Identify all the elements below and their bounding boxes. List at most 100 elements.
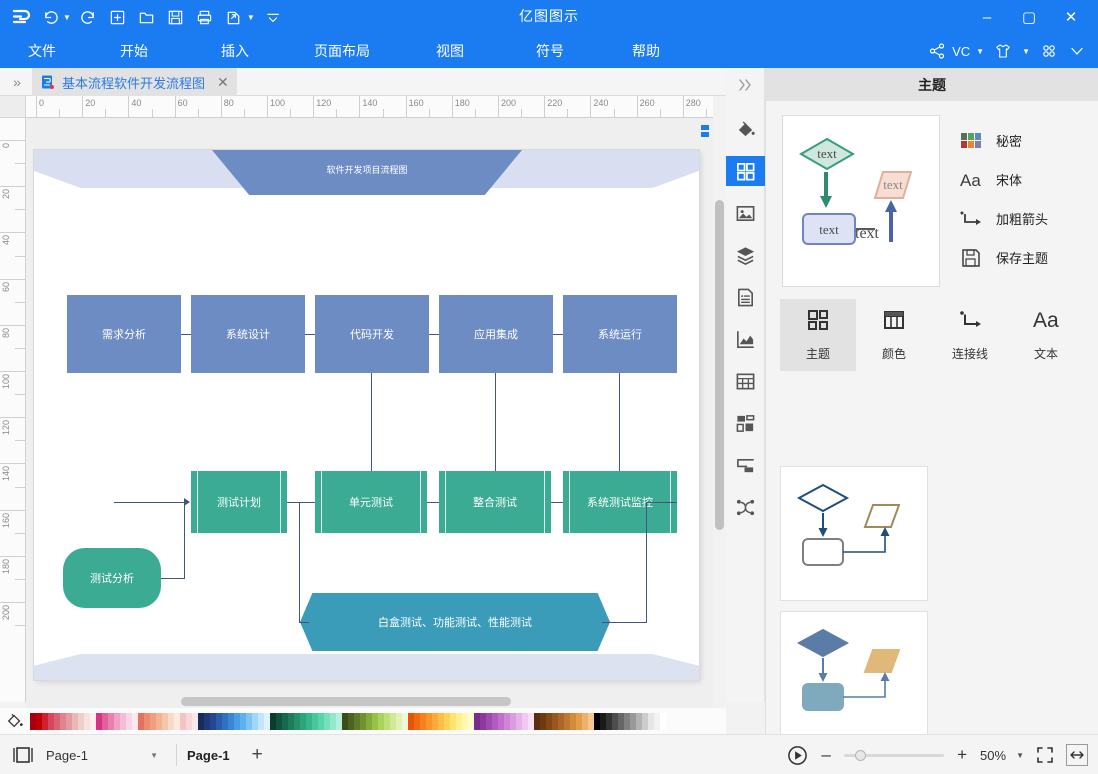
expand-tabs-icon[interactable]: » [6,72,28,92]
canvas-scroll-marker[interactable] [699,124,711,140]
zoom-slider-handle[interactable] [855,750,867,761]
zoom-slider[interactable] [844,748,945,762]
zoom-in-button[interactable]: + [954,745,970,765]
menu-item-insert[interactable]: 插入 [184,34,286,68]
ruler-label: 60 [1,281,11,292]
document-icon[interactable] [726,282,765,312]
ruler-label: 80 [1,327,11,338]
chevron-down-icon[interactable]: ▼ [150,751,158,760]
ruler-tick [0,232,25,234]
color-palette-bar [0,708,726,734]
node-test-types[interactable]: 白盒测试、功能测试、性能测试 [300,593,610,651]
node-integration-test[interactable]: 整合测试 [439,471,551,533]
page-select[interactable]: Page-1 ▼ [46,748,166,763]
node-code-development[interactable]: 代码开发 [315,295,429,373]
ruler-tick-minor [659,109,661,117]
application-window: ▼ ▼ 亿图图示 – ▢ ✕ 文件 开始 插入 页面布局 视图 符号 帮助 VC… [0,0,1098,774]
ruler-tick-minor [243,109,245,117]
theme-property-save-label: 保存主题 [996,251,1049,266]
theme-property-save[interactable]: 保存主题 [958,238,1082,277]
theme-property-font[interactable]: Aa 宋体 [958,160,1082,199]
menu-item-help[interactable]: 帮助 [598,34,694,68]
expand-chevrons-icon[interactable] [726,72,765,98]
zoom-dropdown-caret[interactable]: ▼ [1016,751,1024,760]
theme-card-grid [766,466,1098,774]
maximize-button[interactable]: ▢ [1008,2,1050,32]
ruler-tick-minor [15,486,25,488]
theme-dropdown-caret[interactable]: ▼ [1018,47,1034,56]
image-icon[interactable] [726,198,765,228]
menu-item-symbol[interactable]: 符号 [502,34,598,68]
share-icon[interactable] [924,38,950,64]
horizontal-scrollbar-thumb[interactable] [181,697,511,706]
menu-item-view[interactable]: 视图 [398,34,502,68]
node-requirement-analysis[interactable]: 需求分析 [67,295,181,373]
page-tab-page1[interactable]: Page-1 [187,748,230,763]
account-label[interactable]: VC [952,44,970,59]
close-icon[interactable]: ✕ [217,74,229,91]
theme-preview-card[interactable]: text text text text [782,115,940,287]
indent-icon[interactable] [726,450,765,480]
layers-icon[interactable] [726,240,765,270]
ruler-tick-minor [15,301,25,303]
zoom-out-button[interactable]: – [818,745,834,765]
apps-grid-icon[interactable] [1036,38,1062,64]
minimize-button[interactable]: – [966,2,1008,32]
theme-card[interactable] [780,466,928,601]
status-right: – + 50% ▼ [787,735,1088,774]
fit-page-icon[interactable] [1034,744,1056,766]
menu-item-file[interactable]: 文件 [0,34,84,68]
node-application-integration[interactable]: 应用集成 [439,295,553,373]
menu-item-page-layout[interactable]: 页面布局 [286,34,398,68]
tab-text[interactable]: Aa 文本 [1008,299,1084,371]
zoom-level-value[interactable]: 50% [980,748,1006,763]
menu-item-home[interactable]: 开始 [84,34,184,68]
fit-width-icon[interactable] [1066,744,1088,766]
theme-property-color[interactable]: 秘密 [958,121,1082,160]
document-tab[interactable]: 基本流程软件开发流程图 ✕ [32,68,237,96]
node-test-analysis[interactable]: 测试分析 [63,548,161,608]
tab-color[interactable]: 颜色 [856,299,932,371]
add-page-button[interactable]: + [252,744,263,766]
presentation-play-icon[interactable] [787,745,808,766]
fill-color-icon[interactable] [0,712,30,730]
node-system-design[interactable]: 系统设计 [191,295,305,373]
table-icon[interactable] [726,366,765,396]
font-aa-icon: Aa [958,170,984,190]
node-unit-test[interactable]: 单元测试 [315,471,427,533]
ruler-label: 220 [547,98,563,108]
orgchart-icon[interactable] [726,408,765,438]
ruler-tick [498,96,499,117]
node-system-operation[interactable]: 系统运行 [563,295,677,373]
canvas-area[interactable]: 软件开发项目流程图 需求分析 系统设计 代码开发 应用集成 系统运行 测试计划 [26,118,713,702]
canvas-horizontal-scrollbar[interactable] [26,694,713,708]
theme-shirt-icon[interactable] [990,38,1016,64]
mindmap-icon[interactable] [726,492,765,522]
node-test-plan[interactable]: 测试计划 [191,471,287,533]
account-dropdown-caret[interactable]: ▼ [972,47,988,56]
vertical-ruler[interactable]: 0 20 40 60 80 100 120 140 160 180 200 [0,118,26,702]
chart-icon[interactable] [726,324,765,354]
ruler-tick [0,371,25,372]
chevron-down-icon[interactable] [1064,38,1090,64]
theme-card[interactable] [780,611,928,746]
tab-theme[interactable]: 主题 [780,299,856,371]
page-sheet[interactable]: 软件开发项目流程图 需求分析 系统设计 代码开发 应用集成 系统运行 测试计划 [34,150,699,680]
ruler-tick-minor [521,109,523,117]
tab-connector[interactable]: 连接线 [932,299,1008,371]
ruler-label: 260 [639,98,655,108]
vertical-scrollbar-thumb[interactable] [715,200,724,530]
ruler-label: 280 [685,98,701,108]
close-button[interactable]: ✕ [1050,2,1092,32]
diagram-banner-title[interactable]: 软件开发项目流程图 [212,150,522,195]
ruler-label: 160 [408,98,424,108]
horizontal-ruler[interactable]: 0 20 40 60 80 100 120 140 160 180 200 220 240 260 280 [26,96,713,118]
canvas-vertical-scrollbar[interactable] [713,118,726,702]
theme-property-connector[interactable]: 加粗箭头 [958,199,1082,238]
window-controls: – ▢ ✕ [966,0,1092,34]
page-view-icon[interactable] [0,745,46,765]
theme-grid-icon[interactable] [725,156,765,186]
ruler-tick-minor [382,109,384,117]
fill-bucket-icon[interactable] [726,114,765,144]
color-swatch[interactable] [660,712,666,730]
